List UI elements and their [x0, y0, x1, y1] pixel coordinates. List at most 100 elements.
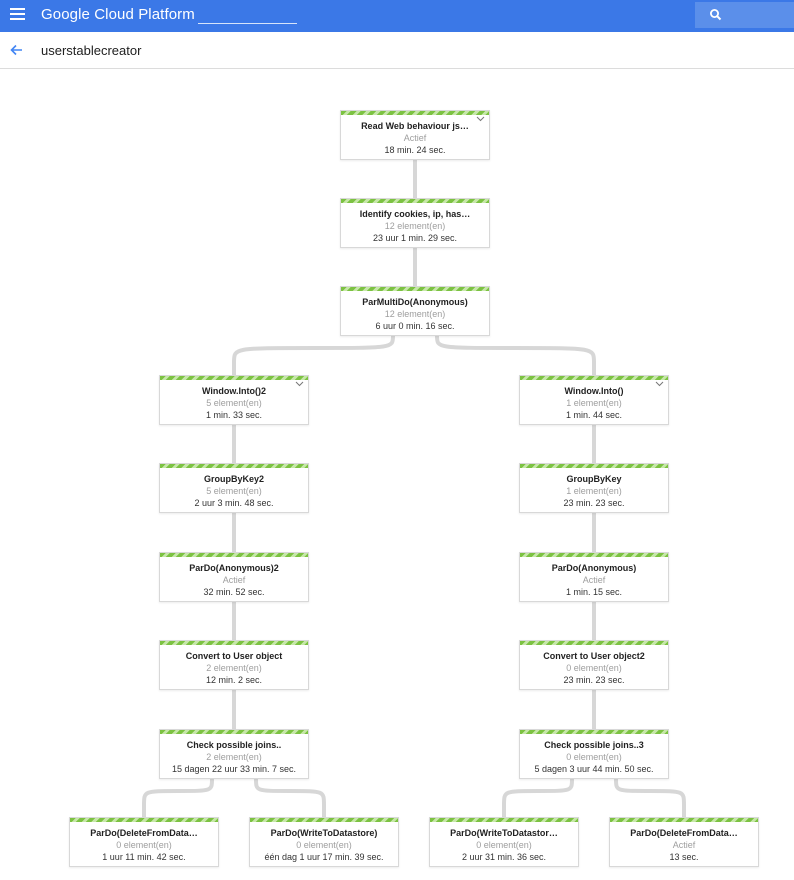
step-name: Read Web behaviour js…: [361, 121, 469, 131]
step-name: Check possible joins..: [186, 740, 282, 750]
edge-check1-del1: [142, 778, 214, 817]
step-status: 1 element(en): [566, 398, 622, 408]
status-stripe: [160, 641, 308, 645]
pipeline-step-pardo2[interactable]: ParDo(Anonymous)2 Actief 32 min. 52 sec.: [159, 552, 309, 602]
pipeline-step-del2[interactable]: ParDo(DeleteFromData… Actief 13 sec.: [609, 817, 759, 867]
pipeline-step-del1[interactable]: ParDo(DeleteFromData… 0 element(en) 1 uur …: [69, 817, 219, 867]
step-name: ParDo(Anonymous)2: [189, 563, 279, 573]
step-name: GroupByKey2: [203, 474, 265, 484]
pipeline-step-check3[interactable]: Check possible joins..3 0 element(en) 5 da…: [519, 729, 669, 779]
job-header: userstablecreator: [0, 32, 794, 69]
step-name: Window.Into()2: [201, 386, 267, 396]
step-name: ParDo(DeleteFromData…: [630, 828, 738, 838]
step-name: Check possible joins..3: [544, 740, 644, 750]
step-time: 23 uur 1 min. 29 sec.: [372, 233, 458, 243]
step-name: Convert to User object2: [543, 651, 645, 661]
status-stripe: [160, 730, 308, 734]
step-name: ParDo(WriteToDatastor…: [450, 828, 558, 838]
app-title[interactable]: Google Cloud Platform: [41, 6, 195, 23]
step-status: 1 element(en): [566, 486, 622, 496]
pipeline-step-gbk2[interactable]: GroupByKey2 5 element(en) 2 uur 3 min. 48 …: [159, 463, 309, 513]
step-status: 2 element(en): [206, 752, 262, 762]
step-time: 18 min. 24 sec.: [384, 145, 446, 155]
step-name: GroupByKey: [566, 474, 622, 484]
top-app-bar: Google Cloud Platform: [0, 0, 794, 32]
step-status: 12 element(en): [384, 221, 446, 231]
edge-check1-write1: [254, 778, 326, 817]
edge-check3-write2: [502, 778, 574, 817]
project-selector-input[interactable]: [198, 6, 297, 24]
pipeline-step-win2[interactable]: Window.Into()2 5 element(en) 1 min. 33 sec…: [159, 375, 309, 425]
status-stripe: [70, 818, 218, 822]
step-name: ParMultiDo(Anonymous): [362, 297, 468, 307]
step-name: ParDo(DeleteFromData…: [90, 828, 198, 838]
status-stripe: [520, 641, 668, 645]
step-status: 0 element(en): [296, 840, 352, 850]
step-status: 0 element(en): [566, 752, 622, 762]
job-name: userstablecreator: [41, 43, 142, 58]
step-status: 12 element(en): [384, 309, 446, 319]
step-time: 5 dagen 3 uur 44 min. 50 sec.: [534, 764, 654, 774]
edge-parmulti-win1: [435, 335, 596, 375]
step-status: Actief: [672, 840, 696, 850]
status-stripe: [160, 464, 308, 468]
menu-icon[interactable]: [10, 8, 25, 22]
step-status: 5 element(en): [206, 398, 262, 408]
pipeline-step-win1[interactable]: Window.Into() 1 element(en) 1 min. 44 sec.: [519, 375, 669, 425]
pipeline-step-read[interactable]: Read Web behaviour js… Actief 18 min. 24 s…: [340, 110, 490, 160]
status-stripe: [341, 287, 489, 291]
step-status: 0 element(en): [116, 840, 172, 850]
status-stripe: [520, 553, 668, 557]
chevron-down-icon[interactable]: [655, 381, 664, 387]
step-time: 23 min. 23 sec.: [563, 498, 625, 508]
step-status: 2 element(en): [206, 663, 262, 673]
pipeline-step-identify[interactable]: Identify cookies, ip, has… 12 element(en)…: [340, 198, 490, 248]
pipeline-step-check1[interactable]: Check possible joins.. 2 element(en) 15 da…: [159, 729, 309, 779]
chevron-down-icon[interactable]: [476, 116, 485, 122]
edge-parmulti-win2: [232, 335, 395, 375]
step-status: 5 element(en): [206, 486, 262, 496]
status-stripe: [160, 553, 308, 557]
step-time: 2 uur 31 min. 36 sec.: [461, 852, 547, 862]
step-status: Actief: [222, 575, 246, 585]
pipeline-step-write1[interactable]: ParDo(WriteToDatastore) 0 element(en) één …: [249, 817, 399, 867]
pipeline-step-conv2[interactable]: Convert to User object2 0 element(en) 23 m…: [519, 640, 669, 690]
pipeline-step-gbk1[interactable]: GroupByKey 1 element(en) 23 min. 23 sec.: [519, 463, 669, 513]
status-stripe: [341, 111, 489, 115]
step-time: 15 dagen 22 uur 33 min. 7 sec.: [171, 764, 297, 774]
chevron-down-icon[interactable]: [295, 381, 304, 387]
status-stripe: [610, 818, 758, 822]
search-button[interactable]: [695, 2, 794, 28]
step-name: Identify cookies, ip, has…: [359, 209, 471, 219]
step-time: 13 sec.: [669, 852, 699, 862]
pipeline-step-conv1[interactable]: Convert to User object 2 element(en) 12 mi…: [159, 640, 309, 690]
search-icon: [710, 9, 722, 21]
edge-check3-del2: [614, 778, 686, 817]
status-stripe: [520, 464, 668, 468]
step-name: Window.Into(): [564, 386, 624, 396]
status-stripe: [520, 730, 668, 734]
step-status: 0 element(en): [476, 840, 532, 850]
step-time: 1 min. 15 sec.: [565, 587, 623, 597]
step-time: 23 min. 23 sec.: [563, 675, 625, 685]
step-time: 1 min. 33 sec.: [205, 410, 263, 420]
step-status: Actief: [582, 575, 606, 585]
step-time: 1 uur 11 min. 42 sec.: [102, 852, 186, 862]
step-status: 0 element(en): [566, 663, 622, 673]
status-stripe: [520, 376, 668, 380]
status-stripe: [341, 199, 489, 203]
status-stripe: [160, 376, 308, 380]
pipeline-step-pardo1[interactable]: ParDo(Anonymous) Actief 1 min. 15 sec.: [519, 552, 669, 602]
step-name: Convert to User object: [185, 651, 283, 661]
step-status: Actief: [403, 133, 427, 143]
step-name: ParDo(Anonymous): [551, 563, 637, 573]
status-stripe: [430, 818, 578, 822]
step-time: 6 uur 0 min. 16 sec.: [375, 321, 455, 331]
arrow-back-icon[interactable]: [8, 42, 24, 58]
step-time: 12 min. 2 sec.: [205, 675, 263, 685]
step-time: 1 min. 44 sec.: [565, 410, 623, 420]
step-time: 2 uur 3 min. 48 sec.: [194, 498, 274, 508]
pipeline-step-parmulti[interactable]: ParMultiDo(Anonymous) 12 element(en) 6 uur…: [340, 286, 490, 336]
step-name: ParDo(WriteToDatastore): [270, 828, 378, 838]
pipeline-step-write2[interactable]: ParDo(WriteToDatastor… 0 element(en) 2 uur…: [429, 817, 579, 867]
